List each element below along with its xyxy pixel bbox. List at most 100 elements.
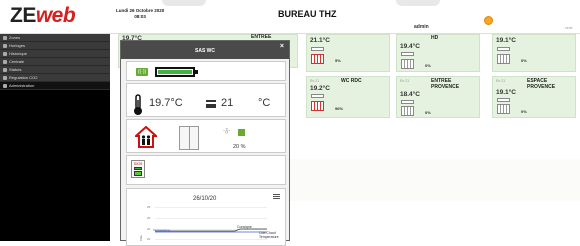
sensor-status-icon: [134, 171, 142, 176]
time-text: 08:03: [134, 14, 146, 19]
sensor-battery-icon: [134, 167, 142, 170]
room-percent: 96%: [335, 106, 344, 111]
room-small-label: Rx 21: [310, 79, 320, 83]
room-temperature: 19.4°C: [400, 43, 420, 50]
gauge-icon[interactable]: [484, 16, 493, 25]
chart-title: 26/10/20: [193, 196, 217, 202]
clock-icon: [3, 43, 7, 48]
status-icon: [3, 67, 7, 72]
sidebar-item-label: Régulation CO2: [9, 74, 38, 80]
sensor-panel: SX25: [126, 155, 286, 185]
sidebar-item-administration[interactable]: Administration: [0, 82, 110, 90]
sidebar-item-label: Horloges: [9, 42, 26, 48]
room-indicator: [497, 98, 510, 102]
room-temperature: 19.2°C: [310, 85, 330, 92]
logo[interactable]: ZEweb: [10, 4, 76, 28]
grid-line: [155, 239, 267, 240]
central-icon: [3, 59, 7, 64]
consigne-series-line: [155, 228, 267, 232]
room-indicator: [497, 47, 510, 51]
setpoint-value[interactable]: 21: [221, 97, 233, 109]
battery-level: [158, 70, 192, 74]
sidebar-item-label: Historique: [9, 50, 28, 56]
room-name: ESPACE PROVENCE: [527, 78, 556, 90]
room-card[interactable]: HD 19.4°C 0%: [396, 34, 480, 72]
valve-gauge: [497, 54, 510, 64]
room-percent: 0%: [521, 109, 527, 114]
valve-gauge: [497, 104, 510, 114]
sidebar-item-label: Administration: [9, 82, 35, 88]
sidebar-item-label: Statuts: [9, 66, 22, 72]
consigne-series-label: Consigne: [237, 225, 252, 229]
room-card[interactable]: 21.1°C 5%: [306, 34, 390, 72]
modal-header: SAS WC ×: [121, 41, 289, 59]
y-tick: 20: [147, 216, 151, 220]
room-card[interactable]: Rx 21 ENTREE PROVENCE 18.4°C 0%: [396, 76, 480, 118]
menu-icon[interactable]: [273, 194, 280, 199]
chart-icon: [3, 51, 7, 56]
room-percent: 0%: [521, 58, 527, 63]
room-card[interactable]: Rx 21 ESPACE PROVENCE 19.1°C 0%: [492, 76, 576, 118]
grid-line: [155, 218, 267, 219]
valve-gauge: [311, 101, 324, 111]
room-name: WC RDC: [341, 78, 362, 84]
grid-line: [155, 207, 267, 208]
chart-legend: Cde.Chauf Temperature: [259, 231, 279, 239]
setpoint-icon: [206, 100, 216, 108]
room-indicator: [311, 94, 324, 98]
header: ZEweb Lundi 26 Octobre 2020 08:03 BUREAU…: [0, 0, 580, 34]
header-decoration: [396, 0, 440, 6]
fan-icon: -ᵹ-: [223, 128, 231, 134]
wrench-icon: [3, 83, 7, 88]
valve-gauge: [311, 54, 324, 64]
room-card[interactable]: Rx 21 WC RDC 19.2°C 96%: [306, 76, 390, 118]
sidebar: Zones Horloges Historique Centrale Statu…: [0, 34, 110, 241]
close-icon[interactable]: ×: [280, 41, 284, 53]
room-small-label: Rx 21: [400, 79, 410, 83]
battery-icon: [155, 67, 198, 77]
fan-status-icon[interactable]: [238, 129, 245, 136]
room-small-label: Rx 21: [496, 79, 506, 83]
co2-icon: [3, 75, 7, 80]
user-name[interactable]: admin: [414, 24, 429, 30]
header-decoration: [162, 0, 206, 6]
room-percent: 0%: [425, 110, 431, 115]
room-state-panel: -ᵹ- 20 %: [126, 119, 286, 153]
room-percent: 0%: [425, 63, 431, 68]
modal-title: SAS WC: [195, 48, 215, 54]
room-name: HD: [431, 35, 439, 41]
thermometer-icon: [134, 94, 142, 115]
legend-item: Temperature: [259, 235, 279, 239]
room-indicator: [401, 52, 414, 56]
occupancy-icon[interactable]: [135, 126, 157, 148]
room-temperature: 19.1°C: [496, 37, 516, 44]
device-status-panel: ((·)): [126, 61, 286, 81]
window-icon[interactable]: [179, 126, 199, 150]
temperature-unit: °C: [258, 97, 271, 109]
room-percent: 5%: [335, 58, 341, 63]
sensor-device[interactable]: SX25: [131, 160, 145, 178]
logo-web: web: [35, 4, 76, 27]
humidity-value: 20 %: [233, 144, 246, 150]
room-name: ENTREE PROVENCE: [431, 78, 460, 90]
sidebar-item-label: Centrale: [9, 58, 25, 64]
temperature-panel: 19.7°C 21 °C: [126, 83, 286, 117]
room-temperature: 21.1°C: [310, 37, 330, 44]
y-tick: 20: [147, 237, 151, 241]
sensor-device-label: SX25: [133, 162, 143, 166]
date-display: Lundi 26 Octobre 2020 08:03: [116, 8, 164, 20]
room-temperature: 18.4°C: [400, 91, 420, 98]
current-temperature: 19.7°C: [149, 97, 183, 109]
logo-ze: ZE: [10, 4, 36, 27]
wifi-icon: ((·)): [136, 68, 148, 76]
zones-icon: [3, 35, 7, 40]
room-indicator: [311, 47, 324, 51]
room-card[interactable]: 19.1°C 0%: [492, 34, 576, 72]
y-axis-label: Cde: [138, 235, 143, 241]
room-indicator: [401, 100, 414, 104]
temperature-series-label: Temperature: [153, 228, 170, 232]
room-detail-modal: SAS WC × ((·)) 19.7°C 21 °C -ᵹ- 20 % SX2…: [120, 40, 290, 246]
page-title: BUREAU THZ: [278, 9, 337, 19]
valve-gauge: [401, 59, 414, 69]
sidebar-item-label: Zones: [9, 34, 21, 40]
